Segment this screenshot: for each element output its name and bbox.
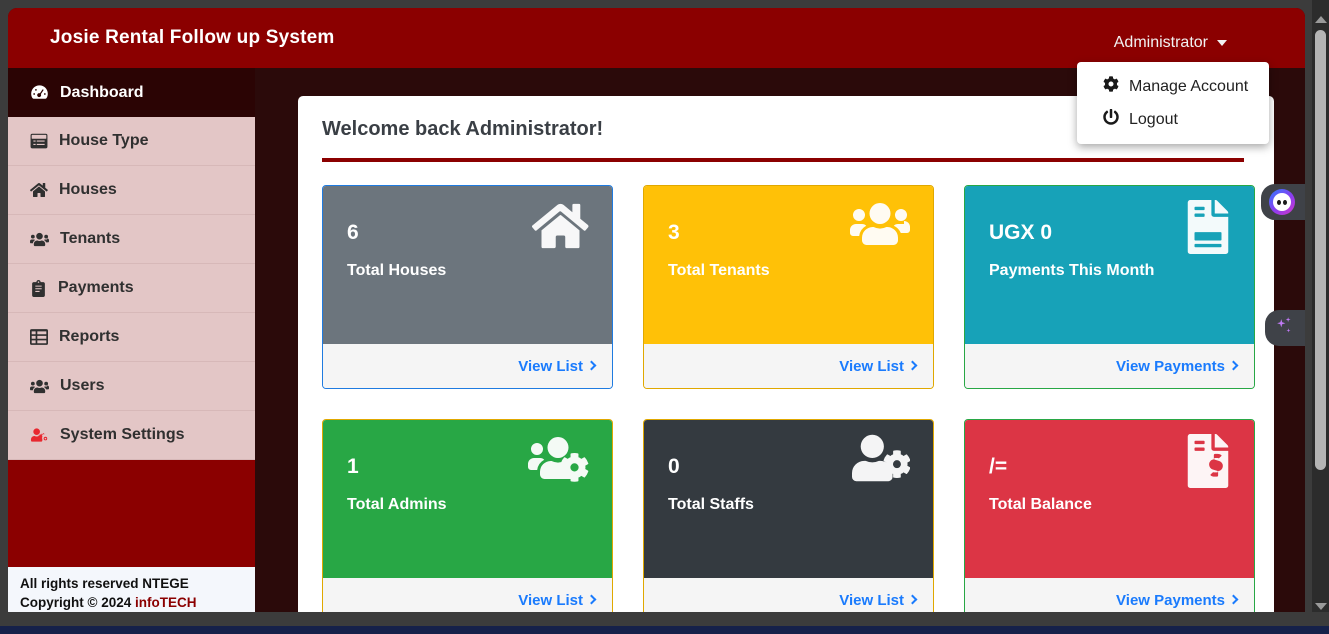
chevron-down-icon [1217,40,1227,46]
scroll-up-arrow-icon[interactable] [1315,16,1327,23]
scroll-down-arrow-icon[interactable] [1315,603,1327,610]
dashboard-icon [30,83,49,102]
chevron-right-icon [1228,594,1239,605]
user-menu-label: Administrator [1113,34,1208,51]
main-content-area: Welcome back Administrator! 6 Total Hous… [255,68,1305,620]
footer-brand-infotech: infoTECH [134,595,197,610]
sparkles-icon [1273,315,1295,342]
receipt-icon [30,279,47,297]
sidebar-item-payments[interactable]: Payments [8,264,255,313]
footer-line-rights: All rights reserved NTEGE [20,576,189,591]
sidebar-item-label: System Settings [60,426,185,443]
dropdown-item-logout[interactable]: Logout [1077,103,1269,136]
sidebar-nav: Dashboard House Type Houses Tenants Paym… [8,68,255,620]
home-icon [531,200,589,257]
stat-label: Payments This Month [989,262,1155,279]
sidebar-item-houses[interactable]: Houses [8,166,255,215]
stat-label: Total Admins [347,496,447,513]
top-header-bar: Josie Rental Follow up System Administra… [8,8,1305,68]
chevron-right-icon [586,594,597,605]
window-bottom-chrome [0,612,1329,626]
sidebar-item-label: Users [60,377,105,394]
sidebar-item-users[interactable]: Users [8,362,255,411]
dropdown-item-label: Logout [1129,110,1178,128]
chevron-right-icon [586,360,597,371]
brand-title: Josie Rental Follow up System [50,27,335,48]
sidebar-item-label: Dashboard [60,83,144,101]
table-icon [30,328,48,346]
users-cog-icon [527,434,589,487]
file-invoice-icon [1185,200,1231,259]
stat-label: Total Houses [347,262,447,279]
stat-card-body: 0 Total Staffs [644,420,933,578]
user-dropdown-menu: Manage Account Logout [1077,62,1269,144]
stat-card-body: 6 Total Houses [323,186,612,344]
footer-line-copyright: Copyright © 2024 infoTECH [20,593,255,612]
stat-card-link-label: View List [518,591,583,609]
stat-card-link-label: View List [839,357,904,375]
footer-copyright-text: Copyright © 2024 [20,595,135,610]
screen-root: Josie Rental Follow up System Administra… [0,0,1329,634]
stat-cards-grid: 6 Total Houses View List 3 Total Tenants… [322,185,1255,620]
cogs-icon [30,426,49,445]
sidebar-item-tenants[interactable]: Tenants [8,215,255,264]
sidebar-item-house-type[interactable]: House Type [8,117,255,166]
list-icon [30,132,48,150]
dashboard-panel: Welcome back Administrator! 6 Total Hous… [298,96,1274,620]
chevron-right-icon [1228,360,1239,371]
stat-card-link-label: View Payments [1116,357,1225,375]
stat-label: Total Tenants [668,262,770,279]
stat-card-total-tenants[interactable]: 3 Total Tenants View List [643,185,934,389]
sidebar-item-label: Houses [59,181,117,198]
user-group-icon [30,377,49,396]
chat-avatar-widget[interactable] [1261,184,1305,220]
os-taskbar-strip [0,626,1329,634]
gear-icon [1103,76,1119,97]
chevron-right-icon [907,594,918,605]
stat-card-body: 1 Total Admins [323,420,612,578]
stat-card-body: 3 Total Tenants [644,186,933,344]
stat-card-payments-this-month[interactable]: UGX 0 Payments This Month View Payments [964,185,1255,389]
users-icon [30,230,49,249]
file-invoice-dollar-icon [1185,434,1231,493]
user-menu-trigger[interactable]: Administrator [1114,34,1227,52]
stat-card-link[interactable]: View List [323,344,612,388]
stat-card-link[interactable]: View List [644,344,933,388]
stat-card-total-balance[interactable]: /= Total Balance View Payments [964,419,1255,620]
sidebar-item-label: Reports [59,328,120,345]
sidebar-item-dashboard[interactable]: Dashboard [8,68,255,117]
dropdown-item-manage-account[interactable]: Manage Account [1077,70,1269,103]
application-window: Josie Rental Follow up System Administra… [8,8,1305,620]
stat-label: Total Staffs [668,496,754,513]
dropdown-item-label: Manage Account [1129,77,1249,95]
stat-card-total-admins[interactable]: 1 Total Admins View List [322,419,613,620]
sidebar-item-system-settings[interactable]: System Settings [8,411,255,460]
power-icon [1103,109,1119,130]
scrollbar-thumb[interactable] [1315,30,1326,470]
user-cog-icon [852,434,911,487]
sidebar-filler [8,460,255,567]
ai-sparkle-widget[interactable] [1265,310,1305,346]
stat-card-link-label: View Payments [1116,591,1225,609]
home-icon [30,181,48,199]
stat-card-link-label: View List [518,357,583,375]
chevron-right-icon [907,360,918,371]
title-divider [322,158,1244,162]
stat-card-body: /= Total Balance [965,420,1254,578]
stat-label: Total Balance [989,496,1092,513]
sidebar-item-reports[interactable]: Reports [8,313,255,362]
stat-card-total-staffs[interactable]: 0 Total Staffs View List [643,419,934,620]
users-icon [850,200,910,253]
stat-card-body: UGX 0 Payments This Month [965,186,1254,344]
stat-card-total-houses[interactable]: 6 Total Houses View List [322,185,613,389]
ninja-avatar-icon [1268,189,1295,215]
sidebar-item-label: House Type [59,132,149,149]
vertical-scrollbar[interactable] [1312,0,1329,634]
sidebar-item-label: Tenants [60,230,121,247]
stat-card-link-label: View List [839,591,904,609]
stat-card-link[interactable]: View Payments [965,344,1254,388]
sidebar-item-label: Payments [58,279,134,296]
